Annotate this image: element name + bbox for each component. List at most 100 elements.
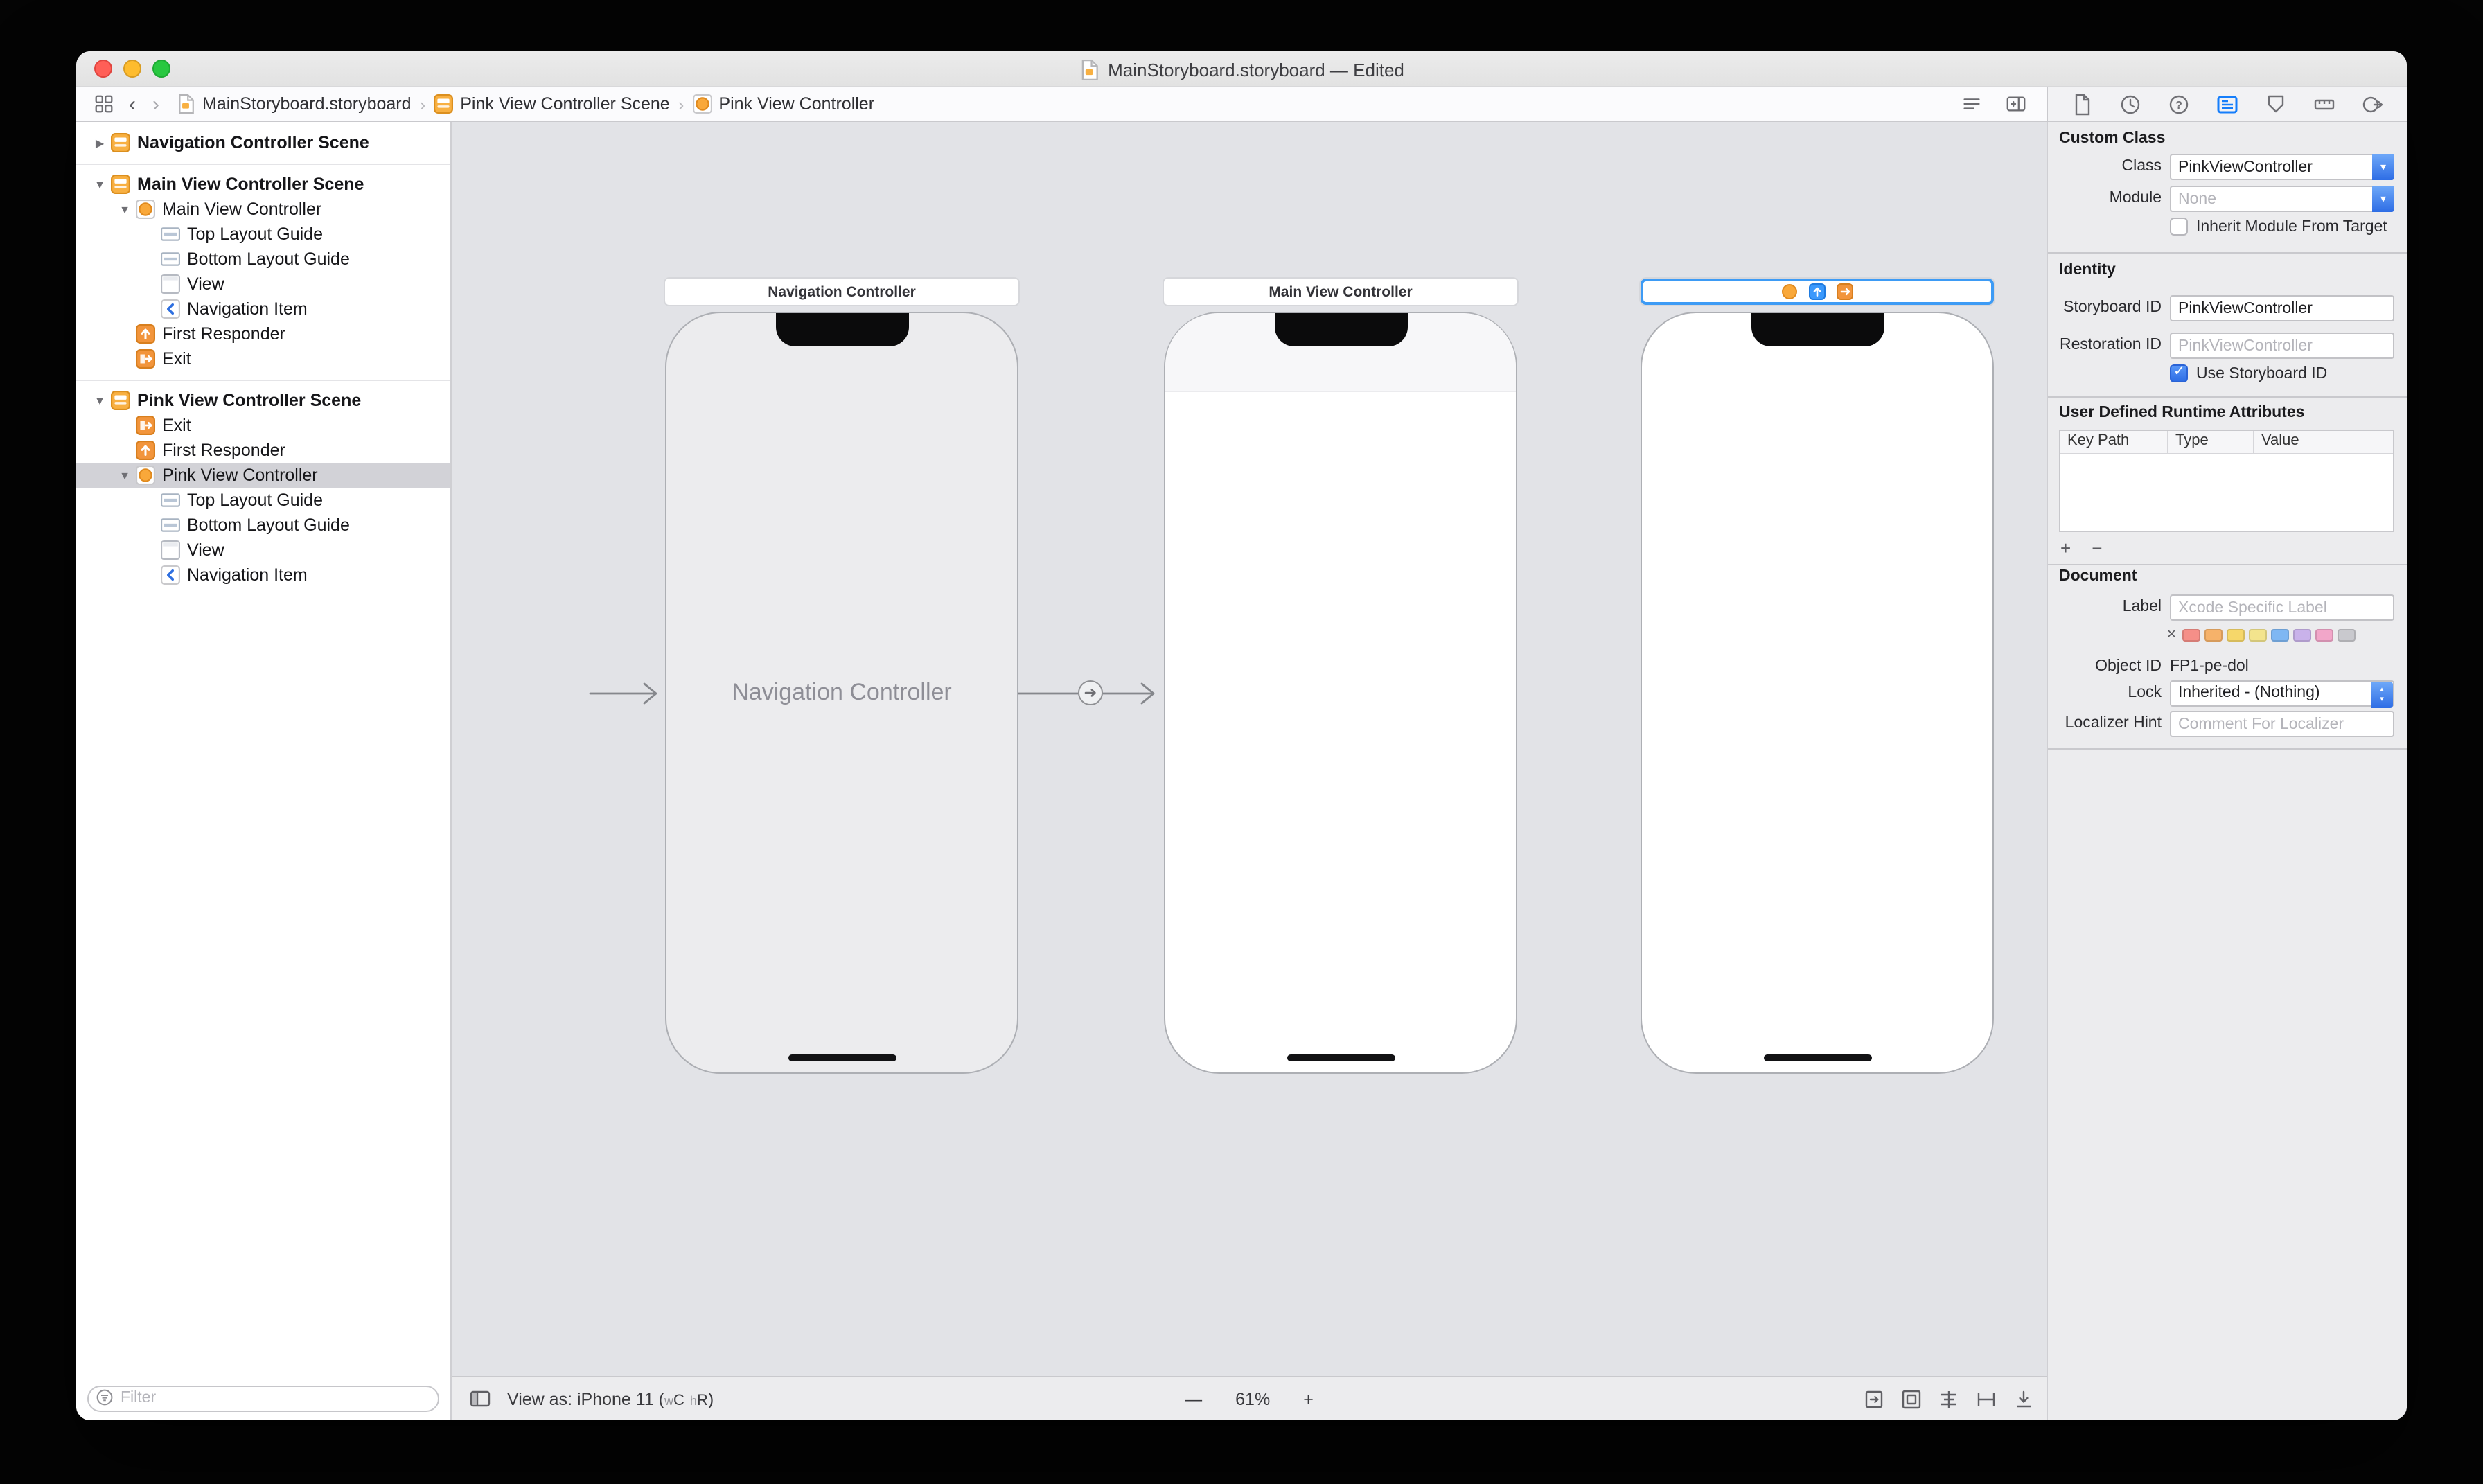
filter-input[interactable] (87, 1385, 439, 1411)
lock-popup-button[interactable]: ▴▾ (2371, 682, 2393, 708)
tab-quick-help-inspector[interactable]: ? (2167, 92, 2191, 116)
tab-file-inspector[interactable] (2070, 92, 2094, 116)
outline-item-pink-view-controller[interactable]: ▼Pink View Controller (76, 463, 450, 488)
tab-attributes-inspector[interactable] (2264, 92, 2288, 116)
minimize-button[interactable] (123, 60, 141, 78)
embed-icon[interactable] (1900, 1387, 1923, 1411)
outline-item-exit[interactable]: Exit (76, 346, 450, 371)
restoration-id-label: Restoration ID (2048, 331, 2162, 359)
module-dropdown-button[interactable]: ▾ (2372, 186, 2394, 212)
document-label-field[interactable] (2170, 594, 2394, 621)
tab-history-inspector[interactable] (2119, 92, 2142, 116)
segue-badge[interactable] (1078, 680, 1103, 705)
pin-icon[interactable] (1974, 1387, 1998, 1411)
forward-button[interactable]: › (152, 92, 159, 116)
outline-item-top-layout-guide[interactable]: Top Layout Guide (76, 488, 450, 513)
color-swatch-4[interactable] (2272, 628, 2290, 641)
scene-title-main-view-controller[interactable]: Main View Controller (1164, 279, 1517, 305)
related-items-icon[interactable] (93, 93, 115, 115)
back-button[interactable]: ‹ (129, 92, 136, 116)
zoom-level[interactable]: 61% (1235, 1389, 1270, 1408)
color-clear-button[interactable]: × (2167, 626, 2176, 643)
tab-size-inspector[interactable] (2313, 92, 2336, 116)
device-pink-view-controller[interactable] (1641, 312, 1994, 1074)
outline-item-top-layout-guide[interactable]: Top Layout Guide (76, 222, 450, 247)
outline-item-label: First Responder (162, 441, 285, 460)
outline-item-exit[interactable]: Exit (76, 413, 450, 438)
remove-attribute-button[interactable]: − (2092, 538, 2102, 558)
resolve-icon[interactable] (2012, 1387, 2035, 1411)
breadcrumb-item-pink-view-controller[interactable]: Pink View Controller (692, 94, 874, 114)
outline-item-label: First Responder (162, 324, 285, 344)
color-swatch-5[interactable] (2294, 628, 2312, 641)
localizer-hint-field[interactable] (2170, 711, 2394, 737)
outline-item-navigation-controller-scene[interactable]: ▶Navigation Controller Scene (76, 130, 450, 155)
breadcrumb-item-pink-view-controller-scene[interactable]: Pink View Controller Scene (434, 94, 669, 114)
home-indicator (788, 1054, 896, 1061)
outline-item-bottom-layout-guide[interactable]: Bottom Layout Guide (76, 247, 450, 272)
color-swatch-6[interactable] (2316, 628, 2334, 641)
disclosure-triangle[interactable]: ▼ (90, 178, 109, 191)
outline-item-first-responder[interactable]: First Responder (76, 438, 450, 463)
add-attribute-button[interactable]: + (2060, 538, 2071, 558)
tab-connections-inspector[interactable] (2361, 92, 2385, 116)
zoom-button[interactable] (152, 60, 170, 78)
disclosure-triangle[interactable]: ▼ (90, 394, 109, 407)
device-main-view-controller[interactable] (1164, 312, 1517, 1074)
zoom-out-button[interactable]: — (1185, 1389, 1202, 1408)
outline-item-main-view-controller[interactable]: ▼Main View Controller (76, 197, 450, 222)
add-editor-icon[interactable] (2005, 93, 2027, 115)
outline-toggle-button[interactable] (468, 1387, 492, 1411)
disclosure-triangle[interactable]: ▼ (115, 203, 134, 215)
runtime-attributes-body[interactable] (2060, 454, 2393, 532)
trait-height-value: R (697, 1392, 708, 1408)
outline-item-navigation-item[interactable]: Navigation Item (76, 297, 450, 321)
class-dropdown-button[interactable]: ▾ (2372, 154, 2394, 180)
outline-item-pink-view-controller-scene[interactable]: ▼Pink View Controller Scene (76, 388, 450, 413)
color-swatch-2[interactable] (2227, 628, 2245, 641)
storyboard-id-field[interactable] (2170, 295, 2394, 321)
scene-dock-selected[interactable] (1641, 279, 1994, 305)
outline-item-main-view-controller-scene[interactable]: ▼Main View Controller Scene (76, 172, 450, 197)
class-field[interactable] (2170, 154, 2394, 180)
disclosure-triangle[interactable]: ▶ (90, 136, 109, 149)
editor-options-icon[interactable] (1961, 93, 1983, 115)
view-controller-icon (692, 94, 712, 114)
window-titlebar[interactable]: MainStoryboard.storyboard — Edited (76, 51, 2407, 87)
storyboard-canvas[interactable]: Navigation Controller Main View Controll… (452, 122, 2047, 1420)
outline-separator (76, 371, 450, 388)
outline-item-view[interactable]: View (76, 272, 450, 297)
disclosure-triangle[interactable]: ▼ (115, 469, 134, 482)
document-outline-tree: ▶Navigation Controller Scene ▼Main View C… (76, 130, 450, 588)
outline-item-label: Exit (162, 416, 191, 435)
update-frames-icon[interactable] (1862, 1387, 1886, 1411)
outline-filter (87, 1384, 439, 1411)
align-icon[interactable] (1937, 1387, 1961, 1411)
dock-exit-icon[interactable] (1836, 283, 1854, 301)
module-field[interactable] (2170, 186, 2394, 212)
device-navigation-controller[interactable]: Navigation Controller (665, 312, 1018, 1074)
color-swatch-1[interactable] (2205, 628, 2223, 641)
inspector-tab-strip: ? (2047, 87, 2407, 122)
view-as-control[interactable]: View as: iPhone 11 (wChR) (507, 1389, 714, 1408)
dock-view-controller-icon[interactable] (1780, 283, 1799, 301)
window-title: MainStoryboard.storyboard — Edited (1108, 59, 1404, 80)
tab-identity-inspector[interactable] (2216, 92, 2239, 116)
outline-item-navigation-item[interactable]: Navigation Item (76, 563, 450, 588)
close-button[interactable] (94, 60, 112, 78)
zoom-in-button[interactable]: + (1303, 1389, 1314, 1408)
breadcrumb-item-mainstoryboard-storyboard[interactable]: MainStoryboard.storyboard (176, 94, 412, 114)
use-storyboard-id-checkbox[interactable] (2170, 364, 2188, 382)
inherit-module-checkbox[interactable] (2170, 218, 2188, 236)
outline-item-view[interactable]: View (76, 538, 450, 563)
color-swatch-3[interactable] (2250, 628, 2268, 641)
lock-popup[interactable]: Inherited - (Nothing) ▴▾ (2170, 680, 2394, 707)
dock-first-responder-icon[interactable] (1808, 283, 1826, 301)
outline-item-bottom-layout-guide[interactable]: Bottom Layout Guide (76, 513, 450, 538)
outline-item-first-responder[interactable]: First Responder (76, 321, 450, 346)
custom-class-header: Custom Class (2059, 130, 2165, 147)
restoration-id-field[interactable] (2170, 333, 2394, 359)
scene-title-navigation-controller[interactable]: Navigation Controller (665, 279, 1018, 305)
color-swatch-7[interactable] (2338, 628, 2356, 641)
color-swatch-0[interactable] (2183, 628, 2201, 641)
